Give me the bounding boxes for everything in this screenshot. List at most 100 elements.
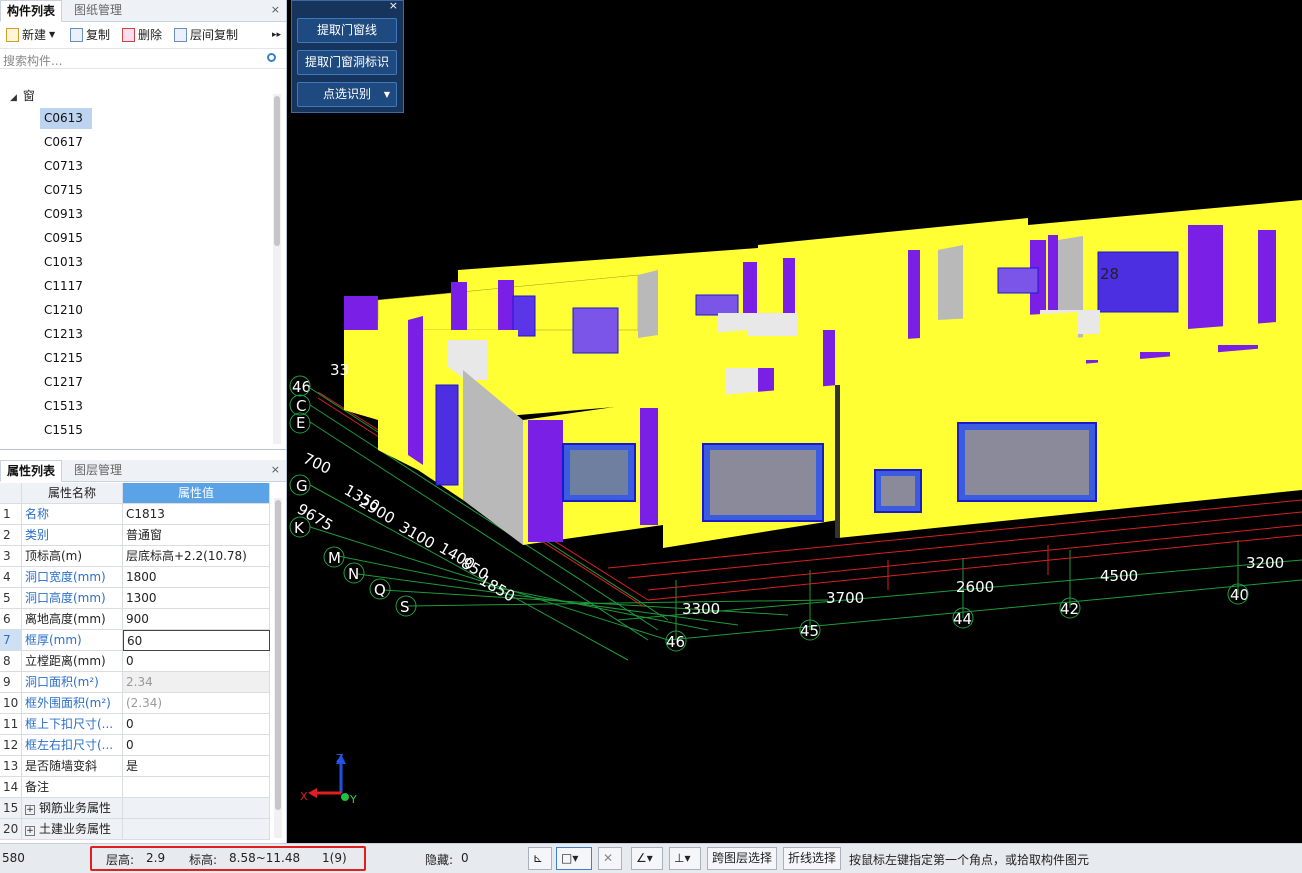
search-input[interactable]: 搜索构件... [0,49,286,69]
tree-scrollbar[interactable] [273,94,281,444]
extract-door-window-labels-button[interactable]: 提取门窗洞标识 [297,50,397,75]
expand-icon[interactable]: ◢ [10,93,17,103]
table-row[interactable]: 11 框上下扣尺寸(... 0 [0,714,270,735]
property-value[interactable]: 1300 [123,588,270,609]
tree-item[interactable]: C1215 [40,348,92,369]
building-model[interactable] [344,200,1302,548]
more-tools-icon[interactable]: ▸▸ [272,26,281,44]
table-row-group[interactable]: 20 + 土建业务属性 [0,819,270,840]
property-value-editor[interactable]: 60 [123,630,270,651]
delete-button[interactable]: 删除 [122,26,162,44]
tree-item[interactable]: C1013 [40,252,92,273]
table-row[interactable]: 13 是否随墙变斜 是 [0,756,270,777]
tree-item[interactable]: C1210 [40,300,92,321]
table-row[interactable]: 5 洞口高度(mm) 1300 [0,588,270,609]
property-value[interactable]: 900 [123,609,270,630]
dimension-label: 3700 [826,589,864,607]
row-index: 20 [0,819,22,840]
new-button[interactable]: 新建 ▼ [6,26,55,44]
table-row-group[interactable]: 15 + 钢筋业务属性 [0,798,270,819]
polyline-select-button[interactable]: 折线选择 [783,847,842,870]
property-name: 洞口宽度(mm) [22,567,123,588]
tree-item[interactable]: C0613 [40,108,92,129]
new-label: 新建 [22,28,47,42]
table-row[interactable]: 1 名称 C1813 [0,504,270,525]
property-value[interactable]: 是 [123,756,270,777]
table-row[interactable]: 8 立樘距离(mm) 0 [0,651,270,672]
table-row[interactable]: 4 洞口宽度(mm) 1800 [0,567,270,588]
table-row[interactable]: 3 顶标高(m) 层底标高+2.2(10.78) [0,546,270,567]
property-value[interactable] [123,777,270,798]
property-value[interactable]: 1800 [123,567,270,588]
copy-icon [70,28,83,42]
3d-viewport[interactable]: 46 C E G K M N Q S 46 45 44 42 40 1350 7… [288,0,1302,843]
tree-item[interactable]: C1213 [40,324,92,345]
property-name: 框左右扣尺寸(... [22,735,123,756]
table-row[interactable]: 6 离地高度(mm) 900 [0,609,270,630]
tree-item[interactable]: C0915 [40,228,92,249]
property-value[interactable]: 0 [123,714,270,735]
property-name: 是否随墙变斜 [22,756,123,777]
table-row[interactable]: 2 类别 普通窗 [0,525,270,546]
tree-item[interactable]: C0617 [40,132,92,153]
close-icon[interactable]: × [389,0,398,12]
property-value: 2.34 [123,672,270,693]
cross-layer-select-button[interactable]: 跨图层选择 [707,847,778,870]
point-select-recognize-button[interactable]: 点选识别 ▼ [297,82,397,107]
close-icon[interactable]: × [271,0,280,20]
delete-icon [122,28,135,42]
property-value[interactable]: C1813 [123,504,270,525]
select-box-icon[interactable]: □▾ [556,847,592,870]
tree-item[interactable]: C0715 [40,180,92,201]
tree-item[interactable]: C1217 [40,372,92,393]
property-scrollbar[interactable] [274,498,282,838]
search-icon[interactable] [267,53,276,62]
orthogonal-mode-icon[interactable]: ⊾ [528,847,552,870]
tree-item[interactable]: C1513 [40,396,92,417]
property-name: 立樘距离(mm) [22,651,123,672]
angle-snap-icon[interactable]: ∠▾ [631,847,663,870]
dimension-label: 3300 [682,600,720,618]
copy-button[interactable]: 复制 [70,26,110,44]
close-icon[interactable]: × [271,460,280,480]
property-name: 离地高度(mm) [22,609,123,630]
chevron-down-icon[interactable]: ▼ [384,83,390,106]
tree-item[interactable]: C1117 [40,276,92,297]
header-index [0,483,22,504]
tree-node-window[interactable]: ◢ 窗 [10,87,35,104]
building-model-canvas[interactable]: 46 C E G K M N Q S 46 45 44 42 40 1350 7… [288,0,1302,843]
property-value[interactable]: 普通窗 [123,525,270,546]
table-row[interactable]: 14 备注 [0,777,270,798]
tab-component-list[interactable]: 构件列表 [0,0,63,22]
tree-item[interactable]: C1515 [40,420,92,441]
expand-plus-icon[interactable]: + [25,805,35,815]
property-scroll-thumb[interactable] [275,500,281,810]
dimension-label: 2600 [956,578,994,596]
table-row[interactable]: 12 框左右扣尺寸(... 0 [0,735,270,756]
property-value[interactable]: 层底标高+2.2(10.78) [123,546,270,567]
group-cell: + 土建业务属性 [22,819,123,840]
tree-item[interactable]: C0913 [40,204,92,225]
floor-copy-button[interactable]: 层间复制 [174,26,238,44]
cross-icon[interactable]: ✕ [598,847,622,870]
tree-scroll-thumb[interactable] [274,96,280,246]
component-toolbar: 新建 ▼ 复制 删除 层间复制 ▸▸ [0,22,286,49]
tree-item[interactable]: C0713 [40,156,92,177]
table-row-selected[interactable]: 7 框厚(mm) 60 [0,630,270,651]
row-index: 5 [0,588,22,609]
expand-plus-icon[interactable]: + [25,826,35,836]
tab-layer-management[interactable]: 图层管理 [68,460,128,482]
tab-drawing-management[interactable]: 图纸管理 [68,0,128,22]
property-value[interactable]: 0 [123,735,270,756]
axis-label: E [296,414,305,432]
table-row[interactable]: 10 框外围面积(m²) (2.34) [0,693,270,714]
component-panel-tabs: 构件列表 图纸管理 × [0,0,286,22]
offset-icon[interactable]: ⊥▾ [669,847,701,870]
floor-height-value: 2.9 [146,851,166,865]
dimension-label: 700 [300,449,334,477]
property-value[interactable]: 0 [123,651,270,672]
extract-door-window-lines-button[interactable]: 提取门窗线 [297,18,397,43]
tab-property-list[interactable]: 属性列表 [0,460,63,482]
table-row[interactable]: 9 洞口面积(m²) 2.34 [0,672,270,693]
header-name: 属性名称 [22,483,123,504]
